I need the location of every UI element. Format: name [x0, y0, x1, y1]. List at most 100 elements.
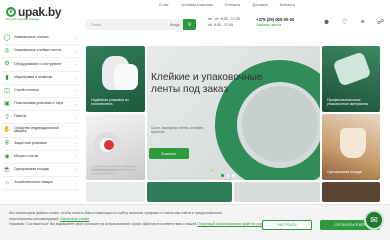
cookie-settings-link[interactable]: Настроить cookie	[60, 217, 89, 221]
phone-block: +375 (29) 000-00-00 Заказать звонок	[256, 17, 294, 28]
cart-icon[interactable]: ☍	[376, 18, 385, 27]
teaser-block[interactable]	[147, 182, 232, 202]
sidebar-item[interactable]: ◎ Упаковочные клейкие ленты ›	[3, 45, 79, 59]
stretch-icon: ◫	[4, 87, 10, 94]
catalog-button[interactable]: В каталог	[149, 148, 189, 159]
sidebar-item-label: Оборудование и инструмент	[14, 61, 62, 66]
cookie-text-line: персональных рекомендаций.	[9, 216, 60, 221]
bag-icon: ▯	[5, 114, 9, 121]
hero-subtitle: Скотч, малярные ленты, клейкие, прочные	[151, 126, 205, 135]
search-category-select[interactable]: Везде	[170, 23, 180, 27]
callback-link[interactable]: Заказать звонок	[256, 23, 294, 29]
film-roll-icon: ◯	[3, 35, 11, 42]
sidebar-item[interactable]: ☕ Одноразовая посуда ›	[3, 164, 79, 178]
nav-link[interactable]: Доставка	[252, 3, 267, 7]
category-sidebar: ◯ Упаковочные пленки › ◎ Упаковочные клейки…	[3, 32, 79, 191]
sidebar-item-label: Маркировка и этикетки	[14, 74, 53, 79]
chevron-right-icon: ›	[75, 154, 77, 160]
hours-saturday: сб: 8:30 - 17:00	[208, 22, 234, 27]
cookie-settings-button[interactable]: НАСТРОИТЬ	[262, 220, 312, 230]
sidebar-item-label: Упаковочные клейкие ленты	[14, 48, 62, 53]
working-hours: пн - пт: 8:30 - 17:30 сб: 8:30 - 17:00	[208, 17, 240, 28]
compare-icon[interactable]: ≡	[358, 18, 367, 27]
sidebar-item-label: Пластиковая упаковка и тара	[14, 101, 64, 106]
sidebar-item[interactable]: ⛨ Защитная упаковка ›	[3, 138, 79, 151]
teaser-block[interactable]	[86, 182, 145, 202]
cookie-banner: Мы используем файлы cookie, чтобы понять…	[0, 204, 390, 240]
tile-label: Надёжная упаковка из полиэтилена	[91, 97, 129, 106]
logo-text: upak.by	[18, 5, 62, 19]
sidebar-item[interactable]: ▣ Пластиковая упаковка и тара ›	[3, 98, 79, 112]
chevron-right-icon: ›	[75, 35, 77, 41]
promo-tile-materials[interactable]: Профессиональные упаковочные материалы	[322, 46, 380, 112]
nav-link[interactable]: Оптовым клиентам	[181, 3, 213, 7]
chevron-right-icon: ›	[75, 180, 77, 186]
slider-dot[interactable]	[232, 174, 235, 177]
search-icon[interactable]: ⚲	[183, 19, 196, 30]
heart-icon[interactable]: ♡	[340, 18, 349, 27]
sidebar-item-label: Средства индивидуальной защиты	[14, 125, 59, 134]
chevron-right-icon: ›	[75, 61, 77, 67]
teaser-block[interactable]	[234, 182, 320, 202]
sidebar-item[interactable]: ⚙ Оборудование и инструмент ›	[3, 58, 79, 72]
logo[interactable]: e upak.by	[6, 5, 62, 19]
label-icon: ▮	[5, 74, 9, 81]
hours-weekdays: пн - пт: 8:30 - 17:30	[208, 17, 240, 21]
chevron-right-icon: ›	[75, 167, 77, 173]
tool-icon: ⚙	[4, 61, 10, 68]
product-image	[104, 140, 114, 150]
cookie-policy-link[interactable]: Политикой использования файлов cookie	[197, 222, 266, 226]
sidebar-item[interactable]: ▯ Пакеты ›	[3, 111, 79, 125]
tile-label: Одноразовая посуда	[327, 169, 362, 174]
top-nav: О нас Оптовым клиентам Контакты Доставка…	[159, 3, 295, 7]
nav-link[interactable]: Контакты	[225, 3, 241, 7]
nav-link[interactable]: Контакты	[280, 3, 296, 7]
sidebar-item[interactable]: ⌂ Хозяйственные товары ›	[3, 177, 79, 191]
chevron-right-icon: ›	[75, 141, 77, 147]
product-image	[332, 51, 372, 87]
chevron-right-icon: ›	[75, 127, 77, 133]
header-icons: ☻ ♡ ≡ ☍	[322, 18, 385, 27]
sidebar-item[interactable]: ✋ Средства индивидуальной защиты ›	[3, 124, 79, 138]
promo-tile-film[interactable]: Надёжная упаковка из полиэтилена	[86, 46, 145, 112]
sidebar-item[interactable]: ◫ Стрейч-пленка ›	[3, 85, 79, 98]
search-bar[interactable]: Поиск Везде ⚲	[86, 19, 196, 30]
logo-subtitle: Интернет-магазин упаковки	[6, 18, 40, 21]
cookie-text-line: Мы используем файлы cookie, чтобы понять…	[9, 211, 223, 215]
sidebar-item-label: Пакеты	[14, 114, 27, 119]
chevron-right-icon: ›	[75, 101, 77, 107]
hero-slider[interactable]: Клейкие и упаковочные ленты под заказ Ск…	[147, 46, 320, 180]
shield-icon: ⛨	[4, 140, 10, 147]
chevron-right-icon: ›	[75, 75, 77, 81]
sidebar-item[interactable]: ◯ Упаковочные пленки ›	[3, 32, 79, 46]
sidebar-item[interactable]: ▮ Маркировка и этикетки ›	[3, 72, 79, 85]
chat-icon[interactable]: ✉	[364, 210, 384, 230]
phone-number[interactable]: +375 (29) 000-00-00	[256, 17, 294, 23]
slider-dot[interactable]	[226, 174, 229, 177]
teaser-block[interactable]	[322, 182, 380, 202]
user-icon[interactable]: ☻	[322, 18, 331, 27]
next-arrow-icon[interactable]: ›	[251, 168, 253, 174]
tape-image	[242, 86, 318, 162]
glove-icon: ✋	[3, 127, 11, 134]
slider-dot[interactable]	[221, 174, 224, 177]
tape-icon: ◎	[4, 48, 10, 55]
hero-title: Клейкие и упаковочные ленты под заказ	[151, 72, 263, 95]
chevron-right-icon: ›	[75, 88, 77, 94]
logo-icon: e	[6, 7, 16, 17]
sidebar-item[interactable]: ◉ Мешки и сетки ›	[3, 151, 79, 164]
promo-tile-labels[interactable]: Этикетки, которые хорошо отклеиваются	[86, 114, 145, 180]
promo-tile-dishes[interactable]: Одноразовая посуда	[322, 114, 380, 180]
sidebar-item-label: Стрейч-пленка	[14, 87, 39, 92]
product-image	[114, 64, 138, 90]
cup-icon: ☕	[3, 166, 11, 173]
search-input[interactable]: Поиск	[91, 23, 101, 27]
nav-link[interactable]: О нас	[159, 3, 169, 7]
chevron-right-icon: ›	[75, 114, 77, 120]
prev-arrow-icon[interactable]: ‹	[211, 168, 213, 174]
tile-label: Этикетки, которые хорошо отклеиваются	[91, 165, 136, 174]
cookie-text-line: Нажимая "Согласиться" Вы выражаете свое …	[9, 222, 197, 227]
home-icon: ⌂	[5, 180, 9, 187]
sidebar-item-label: Защитная упаковка	[14, 140, 47, 145]
sack-icon: ◉	[4, 153, 10, 160]
